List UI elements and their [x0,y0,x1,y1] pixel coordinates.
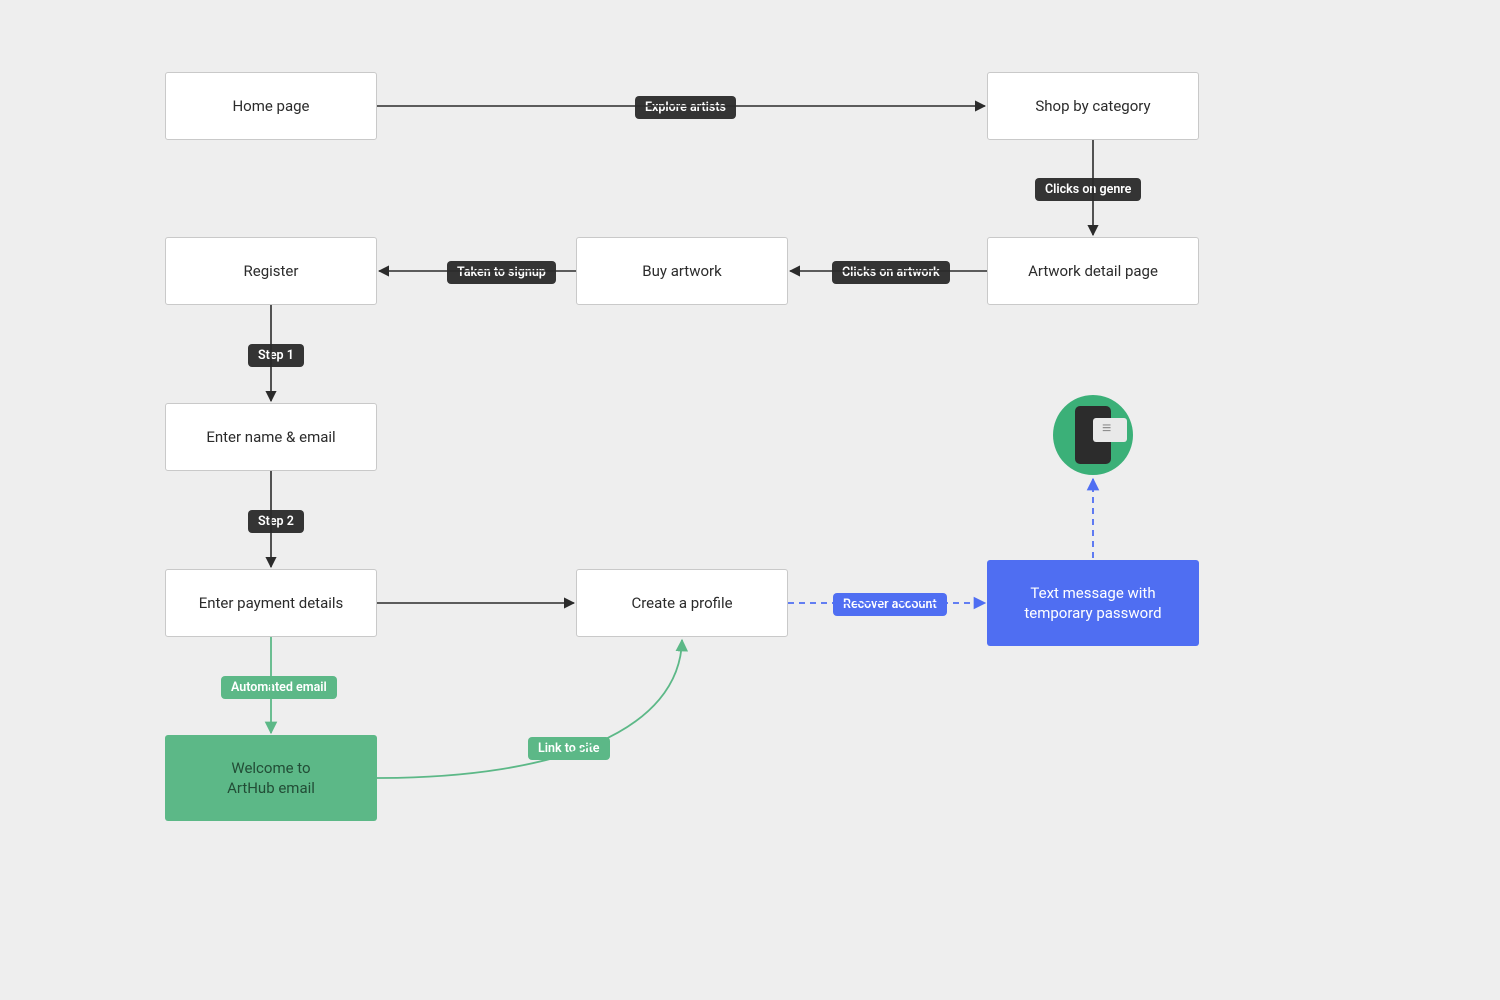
node-home: Home page [165,72,377,140]
edge-label-artwork: Clicks on artwork [832,261,950,284]
node-detail: Artwork detail page [987,237,1199,305]
node-buy: Buy artwork [576,237,788,305]
phone-message-icon [1053,395,1133,475]
node-name-email: Enter name & email [165,403,377,471]
node-shop: Shop by category [987,72,1199,140]
node-welcome-email: Welcome to ArtHub email [165,735,377,821]
node-register: Register [165,237,377,305]
edge-label-explore: Explore artists [635,96,736,119]
node-payment: Enter payment details [165,569,377,637]
edge-label-recover: Recover account [833,593,947,616]
edge-label-step2: Step 2 [248,510,304,533]
node-sms: Text message with temporary password [987,560,1199,646]
node-profile: Create a profile [576,569,788,637]
connector-layer [0,0,1500,1000]
edge-label-auto-email: Automated email [221,676,337,699]
edge-label-signup: Taken to signup [447,261,556,284]
edge-label-step1: Step 1 [248,344,304,367]
edge-label-genre: Clicks on genre [1035,178,1141,201]
flow-diagram-canvas: Home page Shop by category Artwork detai… [0,0,1500,1000]
edge-label-link: Link to site [528,737,610,760]
